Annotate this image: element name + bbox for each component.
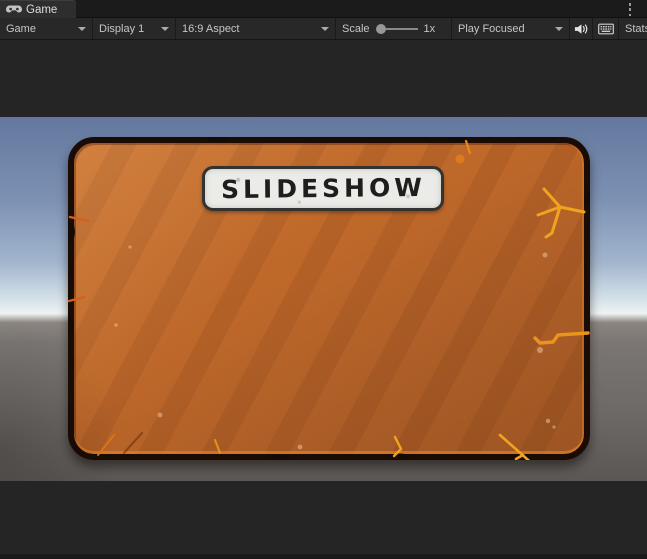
tab-bar: Game: [0, 0, 647, 18]
game-viewport[interactable]: SLIDESHOW: [0, 117, 647, 481]
slider-track: [385, 28, 418, 30]
kebab-menu-icon[interactable]: [626, 3, 634, 16]
keyboard-icon: [597, 23, 614, 34]
chevron-down-icon: [161, 26, 169, 31]
game-view-toolbar: Game Display 1 16:9 Aspect Scale 1x Play…: [0, 18, 647, 40]
chevron-down-icon: [78, 26, 86, 31]
aspect-label: 16:9 Aspect: [182, 22, 240, 35]
letterbox-top: [0, 41, 647, 117]
mute-audio-button[interactable]: [570, 18, 593, 39]
keyboard-button[interactable]: [593, 18, 619, 39]
game-mode-dropdown[interactable]: Game: [0, 18, 93, 39]
scale-value: 1x: [423, 22, 436, 35]
gamepad-icon: [6, 4, 22, 15]
chevron-down-icon: [555, 26, 563, 31]
stats-button[interactable]: Stats: [619, 18, 647, 39]
tab-game[interactable]: Game: [0, 0, 76, 18]
play-focused-dropdown[interactable]: Play Focused: [452, 18, 570, 39]
game-mode-label: Game: [6, 22, 36, 35]
board-title: SLIDESHOW: [220, 172, 426, 205]
chevron-down-icon: [321, 26, 329, 31]
letterbox-bottom: [0, 481, 647, 554]
display-label: Display 1: [99, 22, 145, 35]
aspect-ratio-dropdown[interactable]: 16:9 Aspect: [176, 18, 336, 39]
scale-slider[interactable]: [375, 23, 418, 34]
window-bottom-edge: [0, 554, 647, 559]
tab-label: Game: [26, 3, 58, 16]
board-title-banner: SLIDESHOW: [202, 166, 444, 211]
speaker-icon: [574, 23, 587, 34]
unity-game-window: Game Game Display 1 16:9 Aspect Scale 1x…: [0, 0, 647, 559]
display-dropdown[interactable]: Display 1: [93, 18, 176, 39]
scale-label: Scale: [342, 22, 370, 35]
scale-control: Scale 1x: [336, 18, 452, 39]
play-focused-label: Play Focused: [458, 22, 525, 35]
slideshow-board: SLIDESHOW: [68, 137, 590, 460]
stats-label: Stats: [625, 22, 647, 35]
slider-knob[interactable]: [375, 23, 386, 34]
